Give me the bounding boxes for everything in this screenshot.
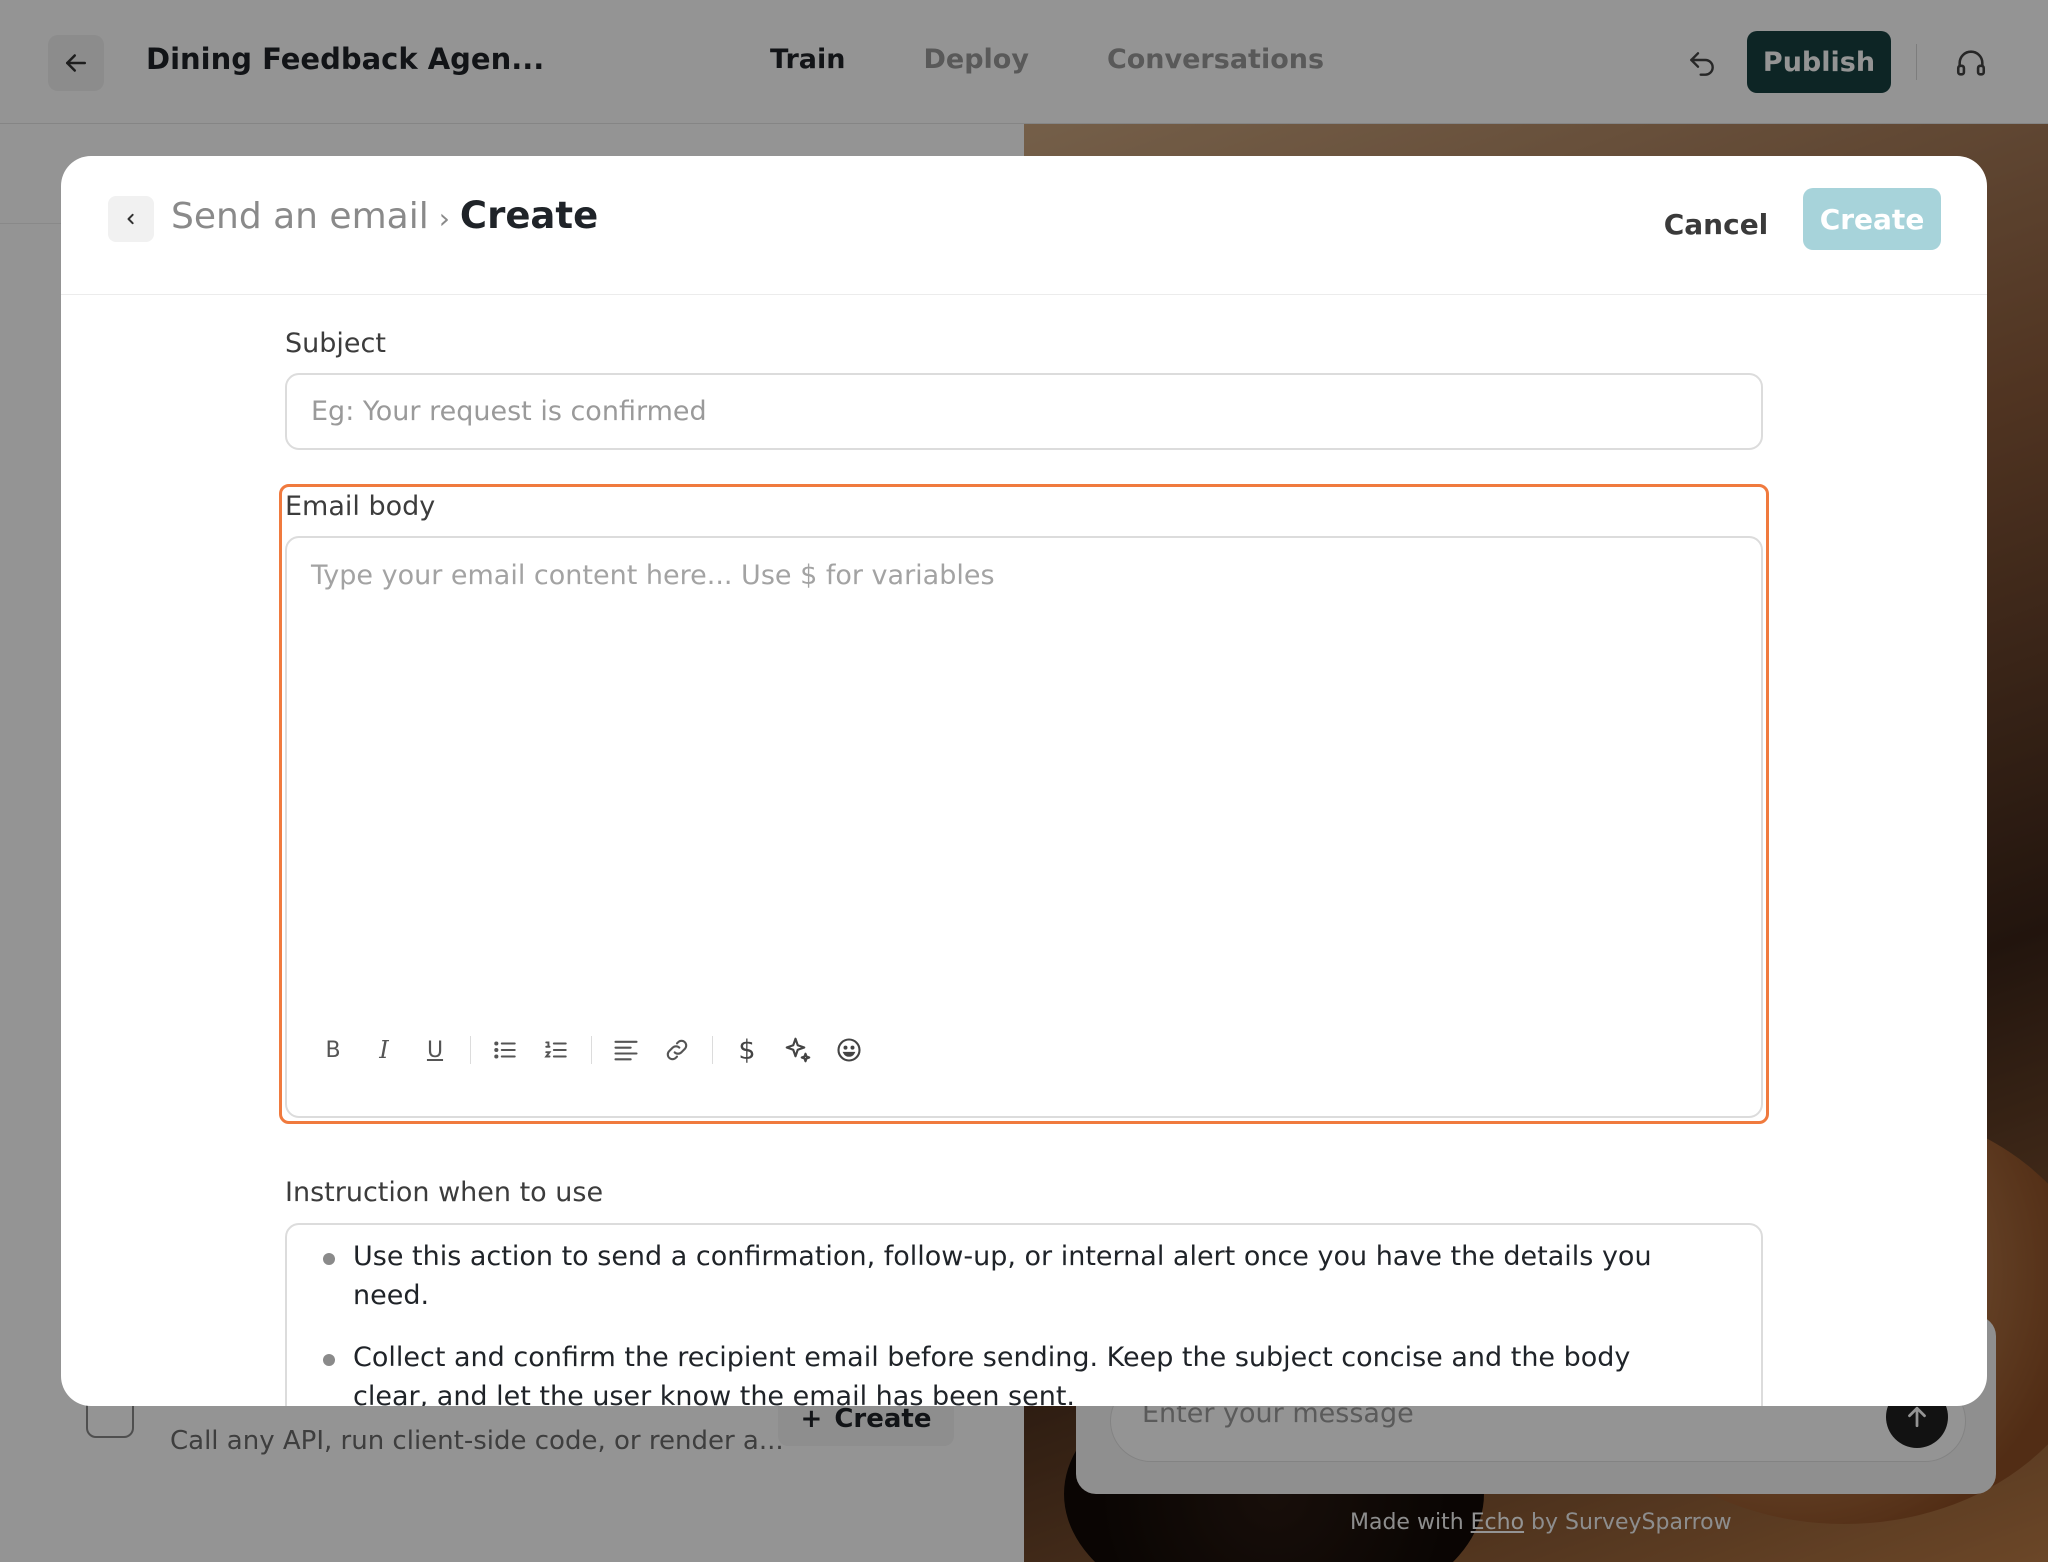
insert-variable-button[interactable]: $ <box>725 1028 769 1072</box>
toolbar-divider <box>470 1036 471 1064</box>
numbered-list-button[interactable] <box>534 1028 578 1072</box>
chevron-left-icon <box>127 213 134 225</box>
emoji-icon <box>837 1038 861 1062</box>
modal-header: Send an email › Create Cancel Create <box>61 156 1987 295</box>
instruction-item: Collect and confirm the recipient email … <box>323 1338 1711 1406</box>
subject-label: Subject <box>285 328 386 359</box>
breadcrumb-separator: › <box>438 202 450 235</box>
align-left-icon <box>614 1040 638 1061</box>
align-button[interactable] <box>604 1028 648 1072</box>
formatting-toolbar: B I U $ <box>311 1028 878 1072</box>
instruction-item: Use this action to send a confirmation, … <box>323 1237 1711 1315</box>
create-button[interactable]: Create <box>1803 188 1941 250</box>
cancel-button[interactable]: Cancel <box>1641 196 1791 252</box>
ai-sparkle-icon <box>785 1037 811 1063</box>
link-icon <box>666 1039 688 1061</box>
bold-button[interactable]: B <box>311 1028 355 1072</box>
breadcrumb: Send an email › Create <box>171 194 598 237</box>
ai-assist-button[interactable] <box>776 1028 820 1072</box>
bold-icon: B <box>325 1037 341 1063</box>
instruction-editor[interactable]: Use this action to send a confirmation, … <box>285 1223 1763 1406</box>
underline-button[interactable]: U <box>413 1028 457 1072</box>
breadcrumb-current: Create <box>459 194 599 237</box>
email-body-placeholder: Type your email content here... Use $ fo… <box>311 560 995 591</box>
italic-icon: I <box>379 1036 389 1064</box>
email-body-editor[interactable]: Type your email content here... Use $ fo… <box>285 536 1763 1118</box>
toolbar-divider <box>712 1036 713 1064</box>
numbered-list-icon <box>544 1041 567 1058</box>
create-email-action-modal: Send an email › Create Cancel Create Sub… <box>61 156 1987 1406</box>
subject-input[interactable] <box>285 373 1763 450</box>
toolbar-divider <box>591 1036 592 1064</box>
instruction-label: Instruction when to use <box>285 1177 604 1208</box>
underline-icon: U <box>426 1037 444 1063</box>
italic-button[interactable]: I <box>362 1028 406 1072</box>
modal-back-button[interactable] <box>108 196 154 242</box>
emoji-button[interactable] <box>827 1028 871 1072</box>
instruction-list: Use this action to send a confirmation, … <box>323 1237 1711 1406</box>
email-body-label: Email body <box>285 491 436 522</box>
breadcrumb-parent[interactable]: Send an email <box>171 196 429 237</box>
bullet-list-icon <box>494 1041 516 1059</box>
variable-dollar-icon: $ <box>738 1034 756 1066</box>
bullet-list-button[interactable] <box>483 1028 527 1072</box>
link-button[interactable] <box>655 1028 699 1072</box>
